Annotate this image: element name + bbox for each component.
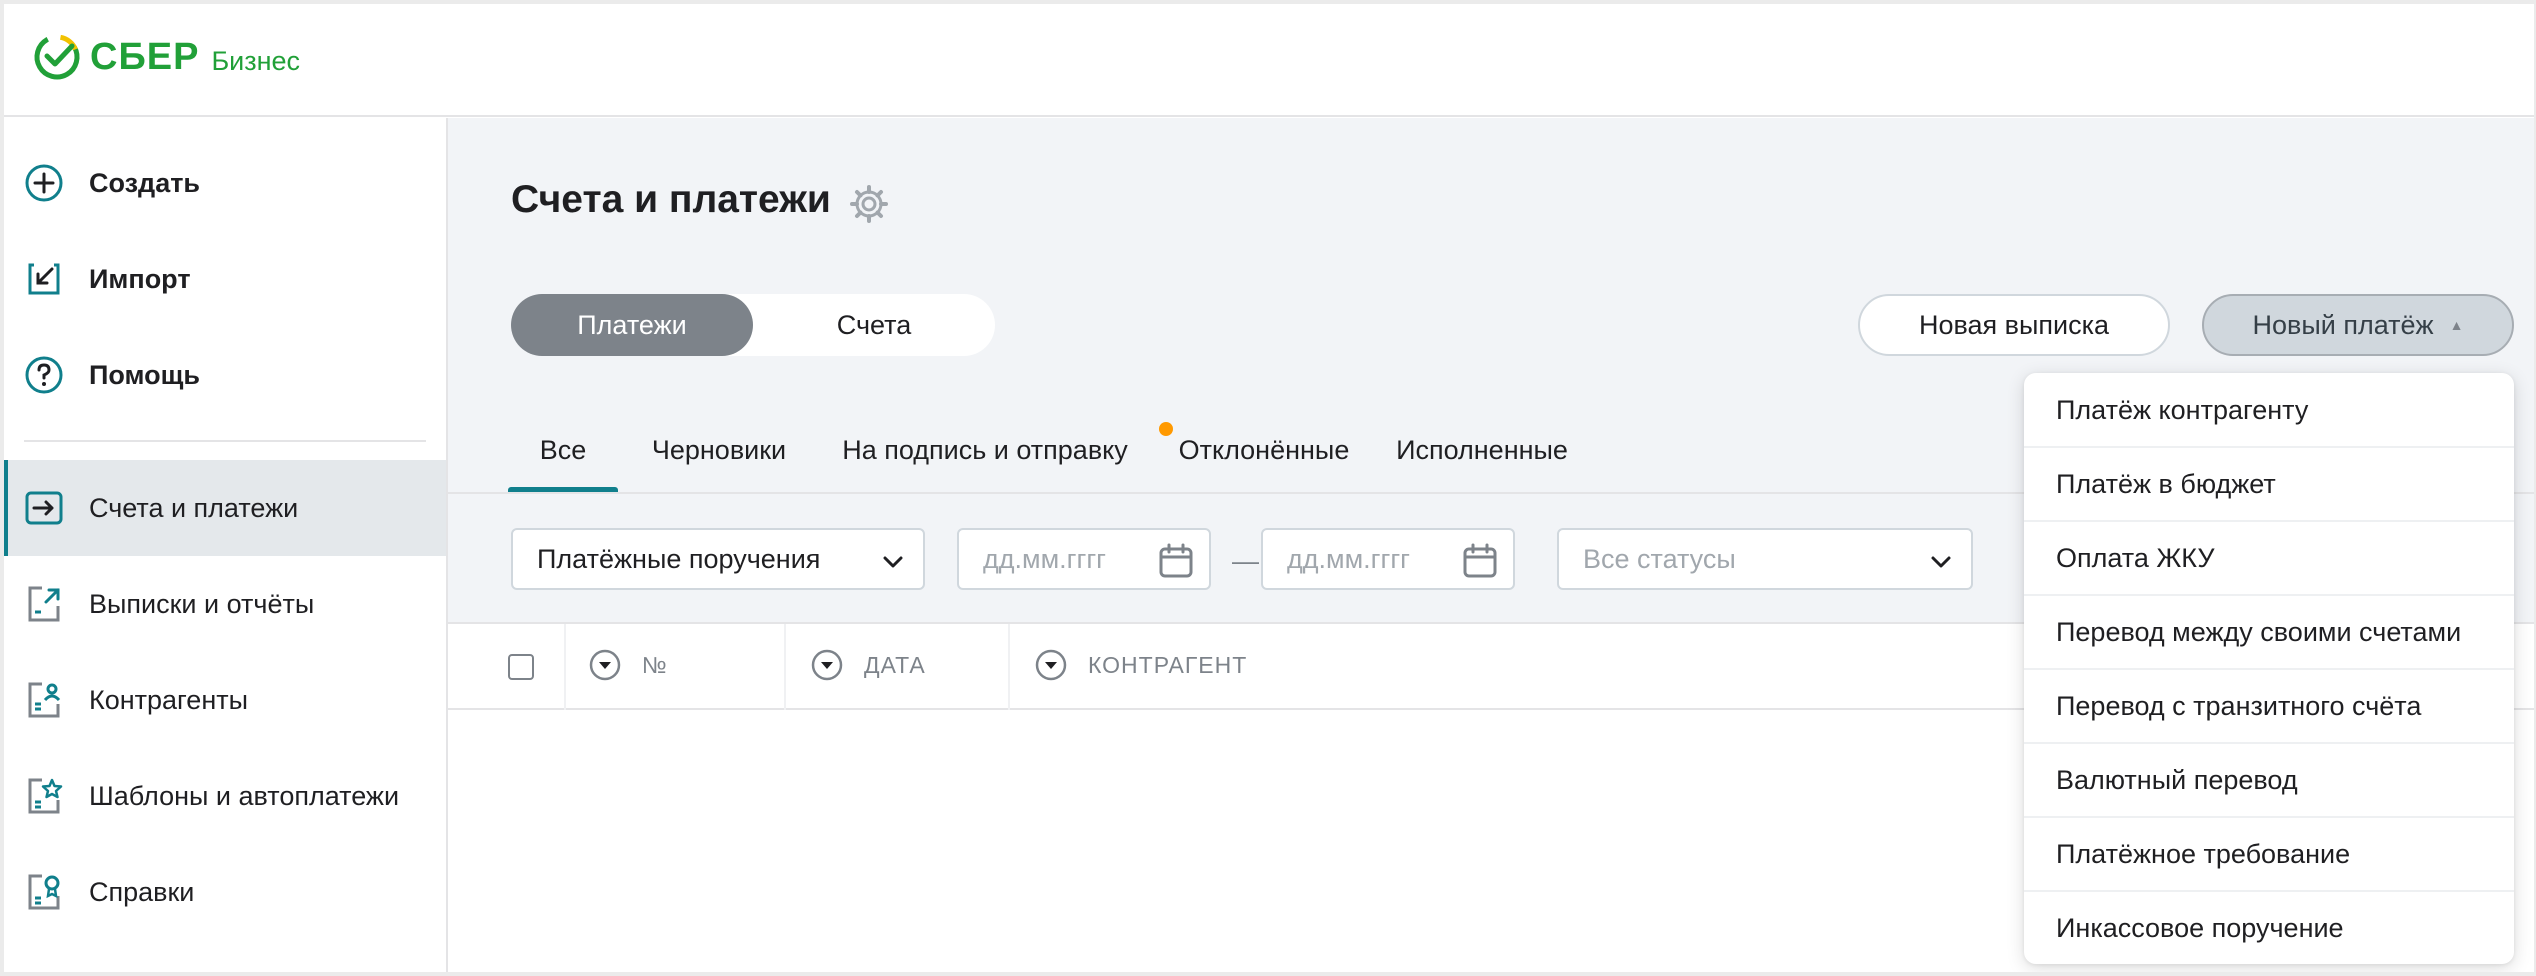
sidebar-import-label: Импорт bbox=[89, 263, 191, 294]
select-all-checkbox[interactable] bbox=[508, 654, 534, 680]
tab-to-sign[interactable]: На подпись и отправку bbox=[824, 408, 1146, 492]
chevron-down-icon bbox=[1931, 556, 1951, 568]
tab-completed[interactable]: Исполненные bbox=[1382, 408, 1582, 492]
column-separator bbox=[784, 624, 786, 710]
sidebar-item-label: Контрагенты bbox=[89, 684, 249, 715]
new-payment-label: Новый платёж bbox=[2252, 309, 2434, 340]
column-separator bbox=[1008, 624, 1010, 710]
accounts-icon bbox=[25, 491, 63, 525]
sidebar-item-label: Справки bbox=[89, 876, 195, 907]
calendar-icon[interactable] bbox=[1157, 542, 1195, 580]
new-payment-menu: Платёж контрагенту Платёж в бюджет Оплат… bbox=[2024, 373, 2514, 964]
sidebar-create[interactable]: Создать bbox=[4, 135, 446, 231]
sidebar-item-certificates[interactable]: Справки bbox=[4, 844, 446, 940]
counterparties-icon bbox=[28, 682, 61, 718]
date-to-placeholder: дд.мм.гггг bbox=[1287, 543, 1411, 574]
column-number[interactable]: № bbox=[588, 648, 668, 682]
certificates-icon bbox=[28, 874, 60, 910]
sidebar-item-label: Шаблоны и автоплатежи bbox=[89, 780, 400, 811]
sidebar-item-statements[interactable]: Выписки и отчёты bbox=[4, 556, 446, 652]
sidebar-item-counterparties[interactable]: Контрагенты bbox=[4, 652, 446, 748]
segment-control: Платежи Счета bbox=[511, 294, 995, 356]
sidebar: Создать Импорт Помощь Счета и платежи Вы… bbox=[4, 118, 448, 972]
plus-circle-icon bbox=[25, 164, 63, 202]
menu-item-counterparty-payment[interactable]: Платёж контрагенту bbox=[2024, 373, 2514, 447]
page-title: Счета и платежи bbox=[511, 178, 831, 221]
date-range-separator: — bbox=[1232, 546, 1259, 576]
status-placeholder: Все статусы bbox=[1583, 543, 1736, 574]
chevron-down-icon bbox=[883, 556, 903, 568]
import-icon bbox=[28, 263, 60, 295]
calendar-icon[interactable] bbox=[1461, 542, 1499, 580]
tab-drafts[interactable]: Черновики bbox=[634, 408, 804, 492]
sidebar-item-templates[interactable]: Шаблоны и автоплатежи bbox=[4, 748, 446, 844]
sort-icon[interactable] bbox=[588, 648, 622, 682]
date-from-placeholder: дд.мм.гггг bbox=[983, 543, 1107, 574]
help-icon bbox=[25, 356, 63, 394]
segment-payments[interactable]: Платежи bbox=[511, 294, 753, 356]
sort-icon[interactable] bbox=[1034, 648, 1068, 682]
menu-item-collection-order[interactable]: Инкассовое поручение bbox=[2024, 891, 2514, 965]
column-date[interactable]: ДАТА bbox=[810, 648, 926, 682]
brand-name: СБЕР bbox=[90, 35, 200, 78]
status-select[interactable]: Все статусы bbox=[1557, 528, 1973, 590]
date-from-input[interactable]: дд.мм.гггг bbox=[957, 528, 1211, 590]
top-header: СБЕР Бизнес bbox=[4, 4, 2534, 117]
app-window: СБЕР Бизнес Создать Импорт Помощь Счета … bbox=[4, 4, 2534, 972]
menu-item-utilities[interactable]: Оплата ЖКУ bbox=[2024, 521, 2514, 595]
new-statement-button[interactable]: Новая выписка bbox=[1858, 294, 2170, 356]
menu-item-currency-transfer[interactable]: Валютный перевод bbox=[2024, 743, 2514, 817]
sidebar-help[interactable]: Помощь bbox=[4, 327, 446, 423]
date-to-input[interactable]: дд.мм.гггг bbox=[1261, 528, 1515, 590]
column-separator bbox=[564, 624, 566, 710]
sber-logo-icon bbox=[34, 34, 80, 80]
menu-item-transit-transfer[interactable]: Перевод с транзитного счёта bbox=[2024, 669, 2514, 743]
sidebar-item-label: Счета и платежи bbox=[89, 492, 299, 523]
caret-up-icon: ▲ bbox=[2449, 317, 2464, 333]
gear-icon[interactable] bbox=[848, 183, 890, 225]
doc-type-select[interactable]: Платёжные поручения bbox=[511, 528, 925, 590]
column-date-label: ДАТА bbox=[864, 651, 926, 678]
segment-accounts[interactable]: Счета bbox=[753, 294, 995, 356]
brand-suffix: Бизнес bbox=[211, 45, 301, 76]
sidebar-create-label: Создать bbox=[89, 167, 201, 198]
new-payment-button[interactable]: Новый платёж ▲ bbox=[2202, 294, 2514, 356]
sidebar-help-label: Помощь bbox=[89, 359, 201, 390]
column-number-label: № bbox=[642, 651, 668, 678]
menu-item-payment-request[interactable]: Платёжное требование bbox=[2024, 817, 2514, 891]
column-counterparty[interactable]: КОНТРАГЕНТ bbox=[1034, 648, 1247, 682]
statements-icon bbox=[28, 586, 60, 622]
sber-logo[interactable]: СБЕР Бизнес bbox=[32, 32, 300, 82]
sidebar-divider bbox=[24, 440, 426, 442]
menu-item-budget-payment[interactable]: Платёж в бюджет bbox=[2024, 447, 2514, 521]
doc-type-value: Платёжные поручения bbox=[537, 543, 821, 574]
tab-rejected[interactable]: Отклонённые bbox=[1164, 408, 1364, 492]
sidebar-item-label: Выписки и отчёты bbox=[89, 588, 315, 619]
tab-all[interactable]: Все bbox=[508, 408, 618, 492]
column-counterparty-label: КОНТРАГЕНТ bbox=[1088, 651, 1248, 678]
sidebar-item-accounts[interactable]: Счета и платежи bbox=[4, 460, 446, 556]
sort-icon[interactable] bbox=[810, 648, 844, 682]
templates-icon bbox=[28, 778, 63, 814]
menu-item-own-transfer[interactable]: Перевод между своими счетами bbox=[2024, 595, 2514, 669]
sidebar-import[interactable]: Импорт bbox=[4, 231, 446, 327]
